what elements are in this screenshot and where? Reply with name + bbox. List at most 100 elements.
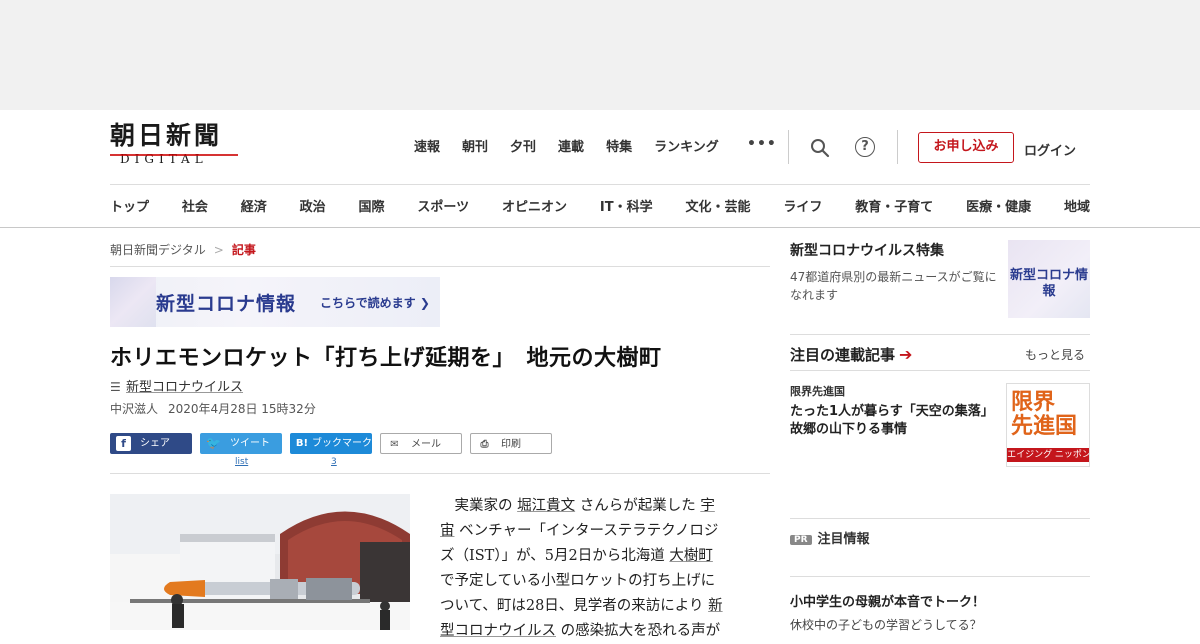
hatena-bookmark-button[interactable]: B! ブックマーク bbox=[290, 433, 372, 454]
topnav-choukan[interactable]: 朝刊 bbox=[462, 136, 488, 155]
body-text-segment: 実業家の bbox=[440, 498, 518, 514]
breadcrumb-current: 記事 bbox=[231, 243, 256, 257]
covid-info-banner[interactable]: 新型コロナ情報 こちらで読めます ❯ bbox=[110, 277, 440, 327]
article-body-line: で予定している小型ロケットの打ち上げに bbox=[440, 569, 750, 594]
article-body-line: ズ（IST）」が、5月2日から北海道 大樹町 bbox=[440, 544, 750, 569]
breadcrumb: 朝日新聞デジタル > 記事 bbox=[110, 241, 256, 258]
asahi-digital-logo[interactable]: 朝日新聞 DIGITAL bbox=[110, 122, 240, 172]
search-icon[interactable] bbox=[810, 138, 830, 158]
keyword-link[interactable]: 大樹町 bbox=[669, 548, 713, 564]
mail-share-label: メール bbox=[411, 439, 441, 450]
twitter-share-button[interactable]: 🐦 ツイート bbox=[200, 433, 282, 454]
genkai-logo-band: エイジング ニッポン bbox=[1007, 448, 1090, 462]
banner-title: 新型コロナ情報 bbox=[156, 293, 297, 315]
genkai-thumbnail[interactable]: 限界 先進国 エイジング ニッポン bbox=[1006, 383, 1090, 467]
promo-article[interactable]: 小中学生の母親が本音でトーク！ 休校中の子どもの学習どうしてる？ bbox=[790, 591, 1090, 633]
mail-share-button[interactable]: ✉ メール bbox=[380, 433, 462, 454]
byline: 中沢滋人 2020年4月28日 15時32分 bbox=[110, 400, 316, 417]
article-body-line: 実業家の 堀江貴文 さんらが起業した 宇 bbox=[440, 494, 750, 519]
serial-title[interactable]: 注目の連載記事 bbox=[790, 346, 895, 364]
nav-divider bbox=[110, 184, 1090, 185]
article-body-line: 型コロナウイルス の感染拡大を恐れる声が bbox=[440, 619, 750, 644]
site-header: 朝日新聞 DIGITAL 速報 朝刊 夕刊 連載 特集 ランキング ••• ? … bbox=[0, 110, 1200, 228]
arrow-right-icon[interactable]: ➔ bbox=[899, 345, 912, 364]
covid-thumbnail-text: 新型コロナ情報 bbox=[1009, 268, 1088, 299]
genkai-logo-line1: 限界 bbox=[1011, 389, 1056, 415]
keyword-link[interactable]: 型コロナウイルス bbox=[440, 623, 556, 639]
section-politics[interactable]: 政治 bbox=[300, 196, 326, 215]
section-it-science[interactable]: IT・科学 bbox=[600, 196, 653, 215]
facebook-share-label: シェア bbox=[140, 438, 170, 449]
topnav-tokushu[interactable]: 特集 bbox=[606, 136, 632, 155]
mail-icon: ✉ bbox=[390, 439, 399, 450]
banner-cta: こちらで読めます ❯ bbox=[320, 296, 430, 310]
article-photo[interactable] bbox=[110, 494, 410, 630]
subscribe-button[interactable]: お申し込み bbox=[918, 132, 1014, 163]
logo-text: 朝日新聞 bbox=[110, 121, 223, 150]
print-label: 印刷 bbox=[501, 439, 521, 450]
author-name: 中沢滋人 bbox=[110, 402, 159, 416]
divider bbox=[897, 130, 898, 164]
divider bbox=[790, 334, 1090, 335]
topnav-sokuho[interactable]: 速報 bbox=[414, 136, 440, 155]
help-icon[interactable]: ? bbox=[855, 137, 875, 157]
article-body-line: 宙 ベンチャー「インターステラテクノロジ bbox=[440, 519, 750, 544]
twitter-count-link[interactable]: list bbox=[235, 457, 248, 467]
section-culture[interactable]: 文化・芸能 bbox=[685, 196, 750, 215]
section-society[interactable]: 社会 bbox=[182, 196, 208, 215]
twitter-share-label: ツイート bbox=[230, 438, 270, 449]
breadcrumb-home[interactable]: 朝日新聞デジタル bbox=[110, 243, 206, 257]
topic-tag-row: ☰ 新型コロナウイルス bbox=[110, 376, 243, 395]
article-headline: ホリエモンロケット「打ち上げ延期を」 地元の大樹町 bbox=[110, 346, 662, 371]
divider bbox=[790, 370, 1090, 371]
section-education[interactable]: 教育・子育て bbox=[855, 196, 933, 215]
promo-title: 小中学生の母親が本音でトーク！ bbox=[790, 595, 986, 610]
topnav-yukan[interactable]: 夕刊 bbox=[510, 136, 536, 155]
article-body: 実業家の 堀江貴文 さんらが起業した 宇宙 ベンチャー「インターステラテクノロジ… bbox=[440, 494, 750, 644]
section-international[interactable]: 国際 bbox=[359, 196, 385, 215]
article-body-line: ついて、町は28日、見学者の来訪により 新 bbox=[440, 594, 750, 619]
section-local[interactable]: 地域 bbox=[1064, 196, 1090, 215]
divider bbox=[790, 518, 1090, 519]
topic-tag-link[interactable]: 新型コロナウイルス bbox=[126, 380, 243, 395]
section-economy[interactable]: 経済 bbox=[241, 196, 267, 215]
serial-series-name: 限界先進国 bbox=[790, 385, 845, 398]
divider bbox=[790, 576, 1090, 577]
pr-badge: PR bbox=[790, 535, 812, 545]
pr-header: PR 注目情報 bbox=[790, 528, 1090, 547]
facebook-icon: f bbox=[116, 436, 131, 451]
section-health[interactable]: 医療・健康 bbox=[966, 196, 1031, 215]
facebook-share-button[interactable]: f シェア bbox=[110, 433, 192, 454]
section-nav: トップ 社会 経済 政治 国際 スポーツ オピニオン IT・科学 文化・芸能 ラ… bbox=[110, 196, 1090, 215]
section-sports[interactable]: スポーツ bbox=[417, 196, 469, 215]
covid-feature-thumbnail[interactable]: 新型コロナ情報 bbox=[1008, 240, 1090, 318]
top-nav: 速報 朝刊 夕刊 連載 特集 ランキング bbox=[414, 136, 741, 155]
topnav-ranking[interactable]: ランキング bbox=[654, 136, 719, 155]
more-link[interactable]: もっと見る bbox=[1025, 346, 1085, 363]
hatena-count-link[interactable]: 3 bbox=[331, 457, 337, 467]
section-life[interactable]: ライフ bbox=[783, 196, 822, 215]
body-text-segment: ベンチャー「インターステラテクノロジ bbox=[454, 523, 719, 539]
section-top[interactable]: トップ bbox=[110, 196, 149, 215]
genkai-logo-line2: 先進国 bbox=[1011, 413, 1078, 439]
topnav-rensai[interactable]: 連載 bbox=[558, 136, 584, 155]
twitter-bird-icon: 🐦 bbox=[206, 436, 221, 450]
divider bbox=[788, 130, 789, 164]
serial-article[interactable]: 限界先進国 たった1人が暮らす「天空の集落」 故郷の山下りる事情 bbox=[790, 383, 1000, 439]
print-button[interactable]: ⎙ 印刷 bbox=[470, 433, 552, 454]
keyword-link[interactable]: 宇 bbox=[700, 498, 715, 514]
body-text-segment: ズ（IST）」が、5月2日から北海道 bbox=[440, 548, 670, 564]
keyword-link[interactable]: 宙 bbox=[440, 523, 455, 539]
covid-feature-desc: 47都道府県別の最新ニュースがご覧になれます bbox=[790, 270, 997, 302]
keyword-link[interactable]: 堀江貴文 bbox=[517, 498, 575, 514]
more-menu-icon[interactable]: ••• bbox=[747, 136, 777, 152]
section-opinion[interactable]: オピニオン bbox=[502, 196, 567, 215]
printer-icon: ⎙ bbox=[480, 439, 489, 450]
body-text-segment: さんらが起業した bbox=[575, 498, 701, 514]
divider bbox=[110, 473, 770, 474]
login-link[interactable]: ログイン bbox=[1024, 140, 1076, 159]
promo-subtitle: 休校中の子どもの学習どうしてる？ bbox=[790, 618, 982, 632]
keyword-link[interactable]: 新 bbox=[708, 598, 723, 614]
pr-title: 注目情報 bbox=[817, 532, 870, 547]
body-text-segment: の感染拡大を恐れる声が bbox=[556, 623, 721, 639]
